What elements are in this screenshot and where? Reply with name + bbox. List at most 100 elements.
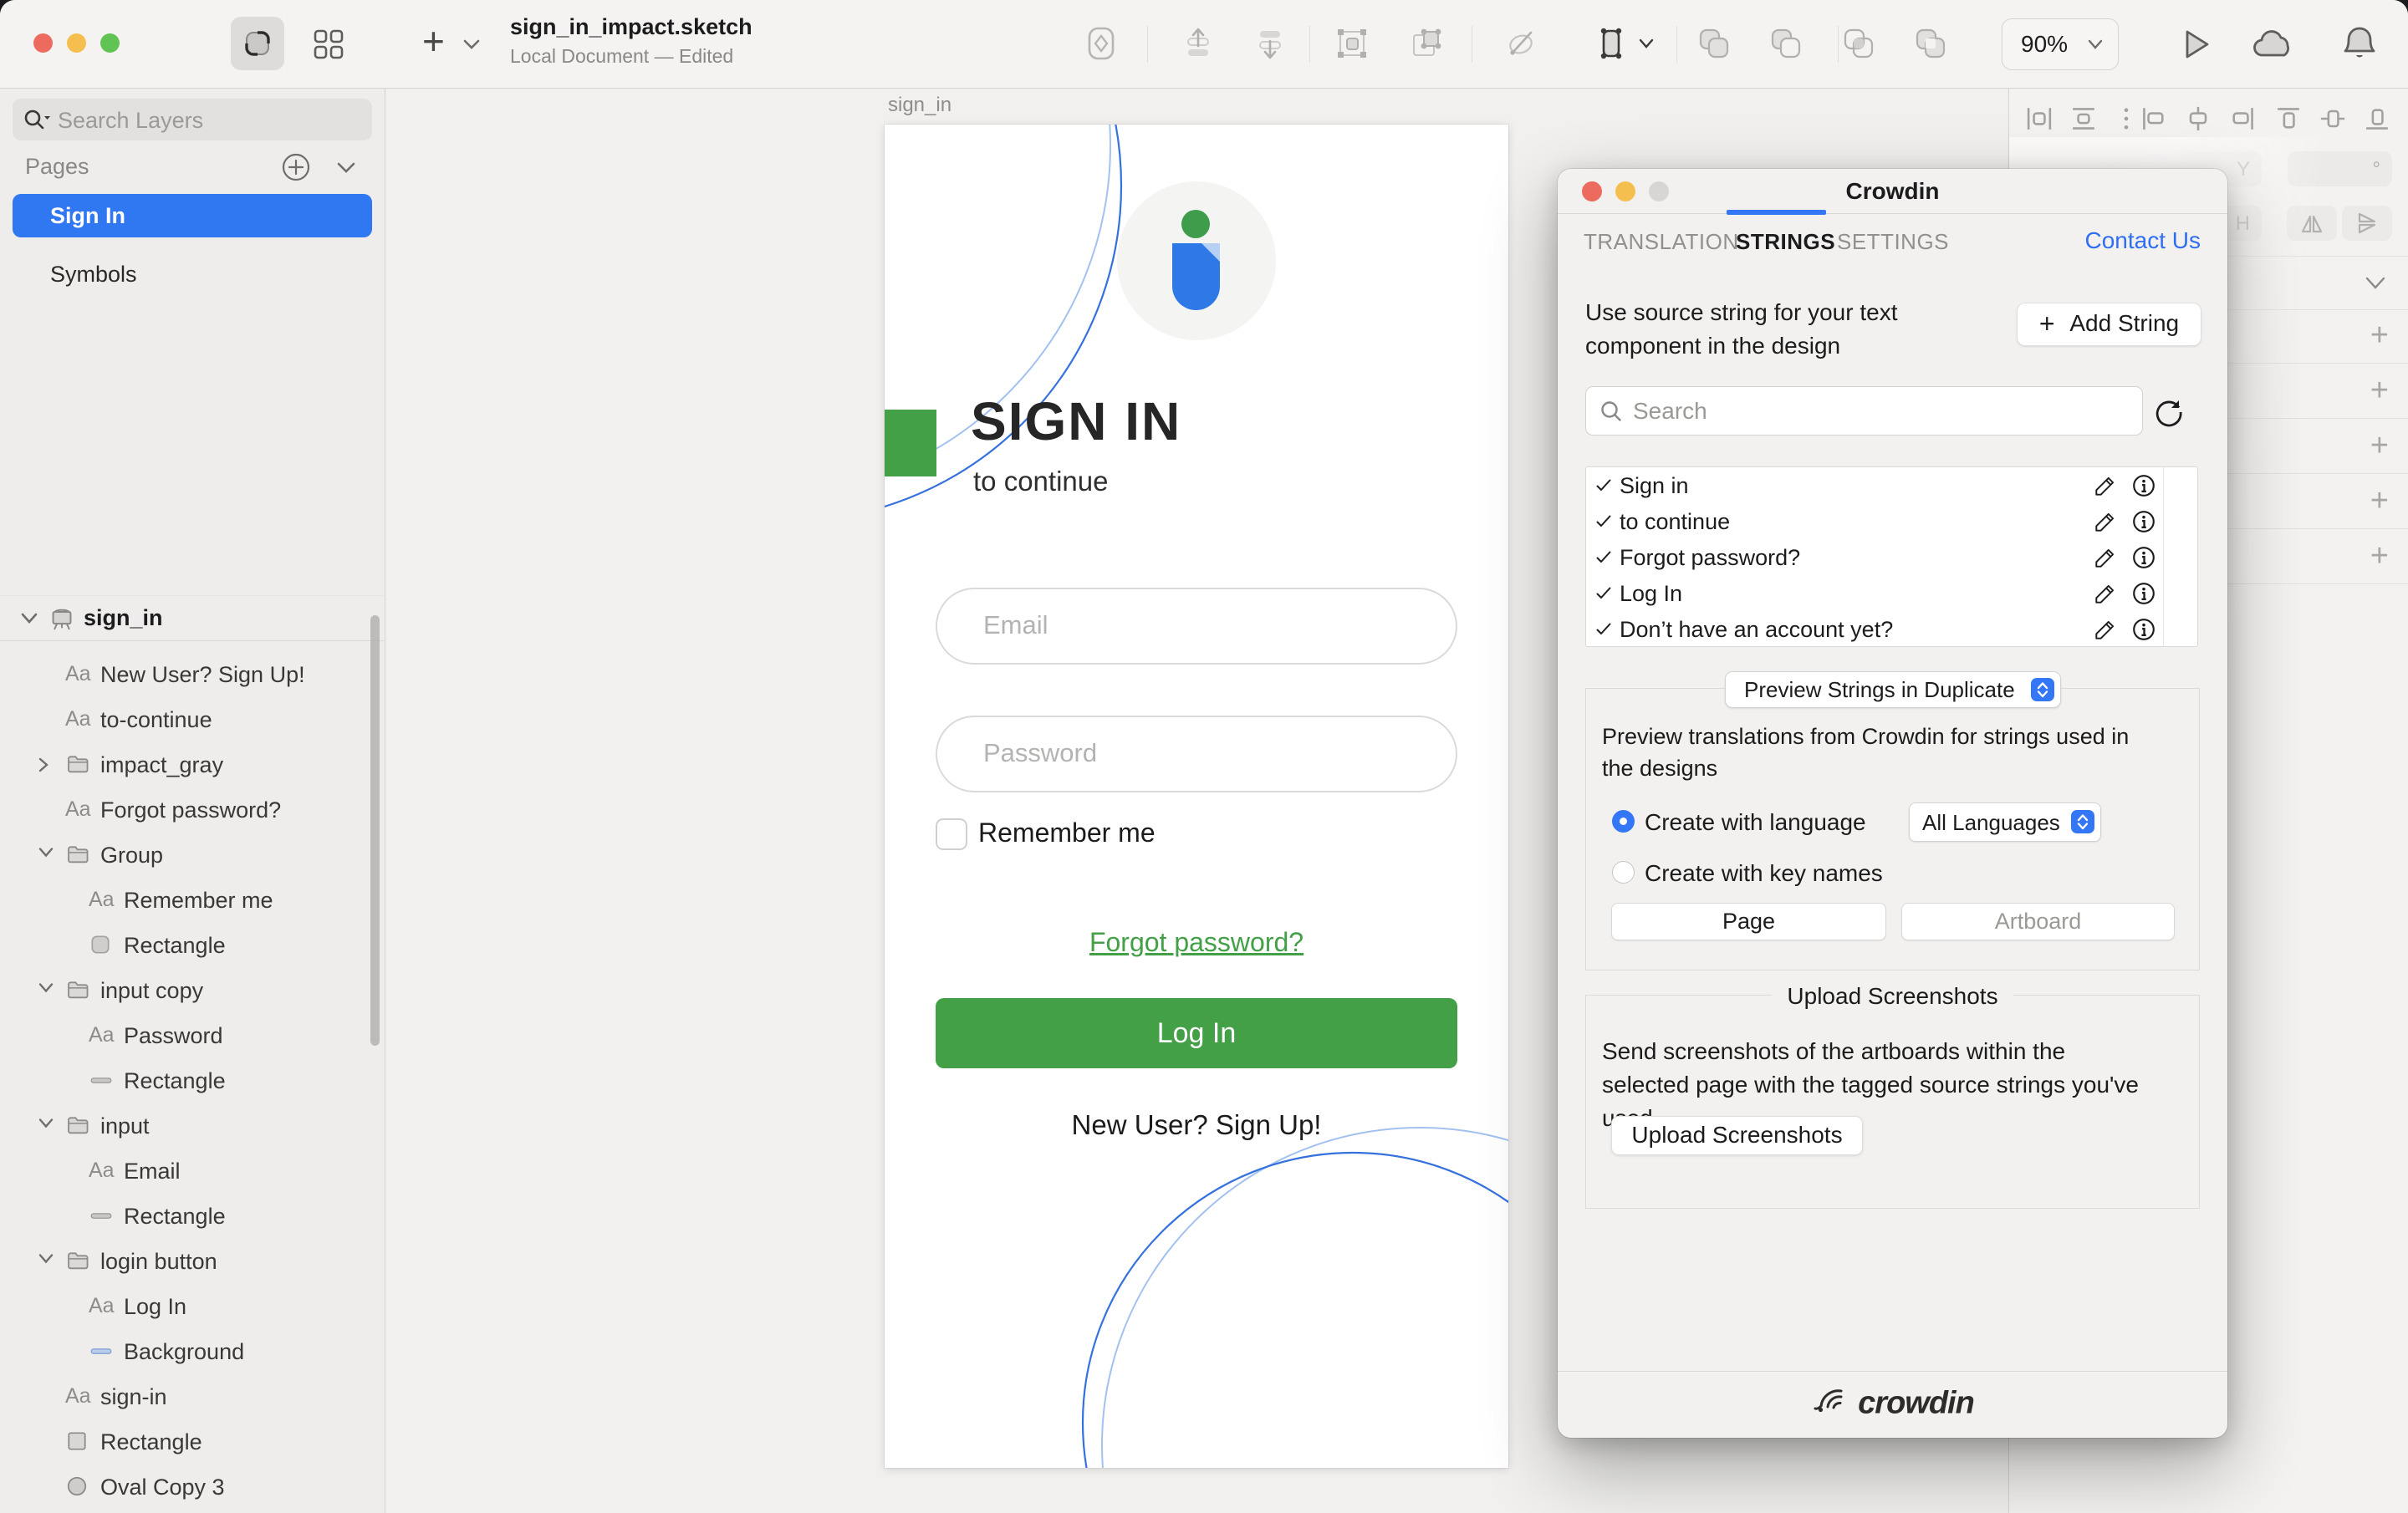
distribute-vertical-icon[interactable] bbox=[2069, 104, 2099, 134]
ungroup-icon[interactable] bbox=[1406, 24, 1445, 63]
align-left-icon[interactable] bbox=[2139, 104, 2169, 134]
tab-settings[interactable]: SETTINGS bbox=[1837, 229, 1949, 255]
info-icon[interactable] bbox=[2131, 545, 2156, 570]
string-row[interactable]: to continue bbox=[1586, 503, 2197, 539]
add-icon[interactable]: + bbox=[2370, 483, 2389, 519]
crowdin-titlebar[interactable]: Crowdin bbox=[1558, 169, 2227, 214]
create-symbol-icon[interactable] bbox=[1082, 24, 1120, 63]
align-center-horizontal-icon[interactable] bbox=[2183, 104, 2213, 134]
layer-row[interactable]: Rectangle bbox=[0, 1419, 384, 1464]
move-forward-icon[interactable] bbox=[1179, 24, 1217, 63]
edit-pencil-icon[interactable] bbox=[2093, 473, 2118, 498]
boolean-difference-icon[interactable] bbox=[1911, 24, 1950, 63]
string-search-input[interactable] bbox=[1631, 394, 2128, 429]
close-window-button[interactable] bbox=[33, 33, 53, 53]
upload-screenshots-button[interactable]: Upload Screenshots bbox=[1611, 1116, 1863, 1155]
sidebar-page-sign-in[interactable]: Sign In bbox=[13, 194, 372, 237]
preview-strings-button[interactable]: Preview Strings in Duplicate bbox=[1725, 671, 2061, 708]
chevron-right-icon[interactable] bbox=[37, 756, 50, 774]
add-string-button[interactable]: + Add String bbox=[2017, 303, 2201, 346]
chevron-down-icon[interactable] bbox=[18, 611, 40, 626]
info-icon[interactable] bbox=[2131, 617, 2156, 642]
add-icon[interactable]: + bbox=[2370, 373, 2389, 409]
layer-row[interactable]: Rectangle bbox=[0, 1193, 384, 1238]
minimize-window-button[interactable] bbox=[67, 33, 86, 53]
layer-row[interactable]: input bbox=[0, 1103, 384, 1148]
notifications-bell-button[interactable] bbox=[2339, 23, 2380, 67]
layer-row[interactable]: Aato-continue bbox=[0, 696, 384, 741]
refresh-icon[interactable] bbox=[2153, 396, 2185, 428]
email-field[interactable]: Email bbox=[936, 588, 1457, 665]
add-icon[interactable]: + bbox=[2370, 538, 2389, 574]
layer-search-field[interactable] bbox=[13, 99, 372, 140]
chevron-down-icon[interactable] bbox=[37, 1252, 55, 1266]
artboard-button[interactable]: Artboard bbox=[1901, 903, 2175, 940]
layer-row[interactable]: Aasign-in bbox=[0, 1373, 384, 1419]
logo-green-dot[interactable] bbox=[1181, 210, 1210, 238]
string-row[interactable]: Forgot password? bbox=[1586, 539, 2197, 575]
align-right-icon[interactable] bbox=[2227, 104, 2258, 134]
group-icon[interactable] bbox=[1333, 24, 1371, 63]
add-icon[interactable]: + bbox=[2370, 318, 2389, 354]
edit-pencil-icon[interactable] bbox=[2093, 545, 2118, 570]
canvas-view-toggle[interactable] bbox=[231, 17, 284, 70]
tab-translation[interactable]: TRANSLATION bbox=[1584, 229, 1739, 255]
forgot-password-link[interactable]: Forgot password? bbox=[885, 927, 1508, 958]
chevron-down-icon[interactable] bbox=[37, 981, 55, 995]
align-middle-vertical-icon[interactable] bbox=[2318, 104, 2348, 134]
create-with-language-radio[interactable] bbox=[1612, 810, 1635, 833]
layer-row[interactable]: input copy bbox=[0, 967, 384, 1012]
edit-pencil-icon[interactable] bbox=[2093, 581, 2118, 606]
align-top-icon[interactable] bbox=[2273, 104, 2303, 134]
edit-pencil-icon[interactable] bbox=[2093, 617, 2118, 642]
zoom-window-button[interactable] bbox=[100, 33, 120, 53]
layer-row[interactable]: AaNew User? Sign Up! bbox=[0, 651, 384, 696]
info-icon[interactable] bbox=[2131, 509, 2156, 534]
insert-button[interactable]: + bbox=[422, 18, 445, 64]
remember-me-checkbox[interactable] bbox=[936, 818, 967, 850]
boolean-subtract-icon[interactable] bbox=[1767, 24, 1805, 63]
logo-blue-shape[interactable] bbox=[1172, 243, 1220, 310]
preview-play-button[interactable] bbox=[2177, 25, 2214, 64]
chevron-down-icon[interactable] bbox=[37, 846, 55, 859]
layer-row[interactable]: AaForgot password? bbox=[0, 787, 384, 832]
edit-shape-icon[interactable] bbox=[1502, 24, 1541, 63]
artboard[interactable]: SIGN IN to continue Email Password Remem… bbox=[885, 125, 1508, 1468]
signup-text[interactable]: New User? Sign Up! bbox=[885, 1109, 1508, 1141]
layer-row[interactable]: Rectangle bbox=[0, 1057, 384, 1103]
info-icon[interactable] bbox=[2131, 473, 2156, 498]
layer-row[interactable]: AaEmail bbox=[0, 1148, 384, 1193]
contact-us-link[interactable]: Contact Us bbox=[2085, 227, 2201, 254]
tab-strings[interactable]: STRINGS bbox=[1736, 229, 1835, 255]
string-search-field[interactable] bbox=[1585, 386, 2143, 436]
insert-chevron-icon[interactable] bbox=[462, 37, 482, 52]
edit-pencil-icon[interactable] bbox=[2093, 509, 2118, 534]
layer-row[interactable]: AaRemember me bbox=[0, 877, 384, 922]
add-page-button[interactable] bbox=[281, 152, 311, 182]
layer-search-input[interactable] bbox=[56, 104, 360, 137]
language-dropdown[interactable]: All Languages bbox=[1909, 802, 2101, 842]
page-button[interactable]: Page bbox=[1611, 903, 1886, 940]
cloud-sync-button[interactable] bbox=[2251, 28, 2298, 62]
layer-row[interactable]: Background bbox=[0, 1328, 384, 1373]
sidebar-page-symbols[interactable]: Symbols bbox=[13, 252, 372, 296]
boolean-union-icon[interactable] bbox=[1695, 24, 1733, 63]
sidebar-scrollbar[interactable] bbox=[370, 615, 380, 1046]
layer-row[interactable]: login button bbox=[0, 1238, 384, 1283]
layers-root-row[interactable]: sign_in bbox=[0, 595, 384, 641]
resize-chevron-icon[interactable] bbox=[1637, 37, 1656, 50]
layer-row[interactable]: AaPassword bbox=[0, 1012, 384, 1057]
signin-heading-text[interactable]: SIGN IN bbox=[971, 390, 1181, 452]
move-backward-icon[interactable] bbox=[1251, 24, 1289, 63]
string-row[interactable]: Sign in bbox=[1586, 467, 2197, 503]
layer-row[interactable]: Group bbox=[0, 832, 384, 877]
add-icon[interactable]: + bbox=[2370, 428, 2389, 464]
heading-green-block[interactable] bbox=[885, 410, 936, 476]
info-icon[interactable] bbox=[2131, 581, 2156, 606]
chevron-down-icon[interactable] bbox=[37, 1117, 55, 1130]
resize-to-fit-icon[interactable] bbox=[1593, 24, 1631, 63]
layer-row[interactable]: AaLog In bbox=[0, 1283, 384, 1328]
zoom-level-dropdown[interactable]: 90% bbox=[2002, 18, 2119, 70]
more-dots-icon[interactable] bbox=[2111, 104, 2141, 134]
string-row[interactable]: Log In bbox=[1586, 575, 2197, 611]
